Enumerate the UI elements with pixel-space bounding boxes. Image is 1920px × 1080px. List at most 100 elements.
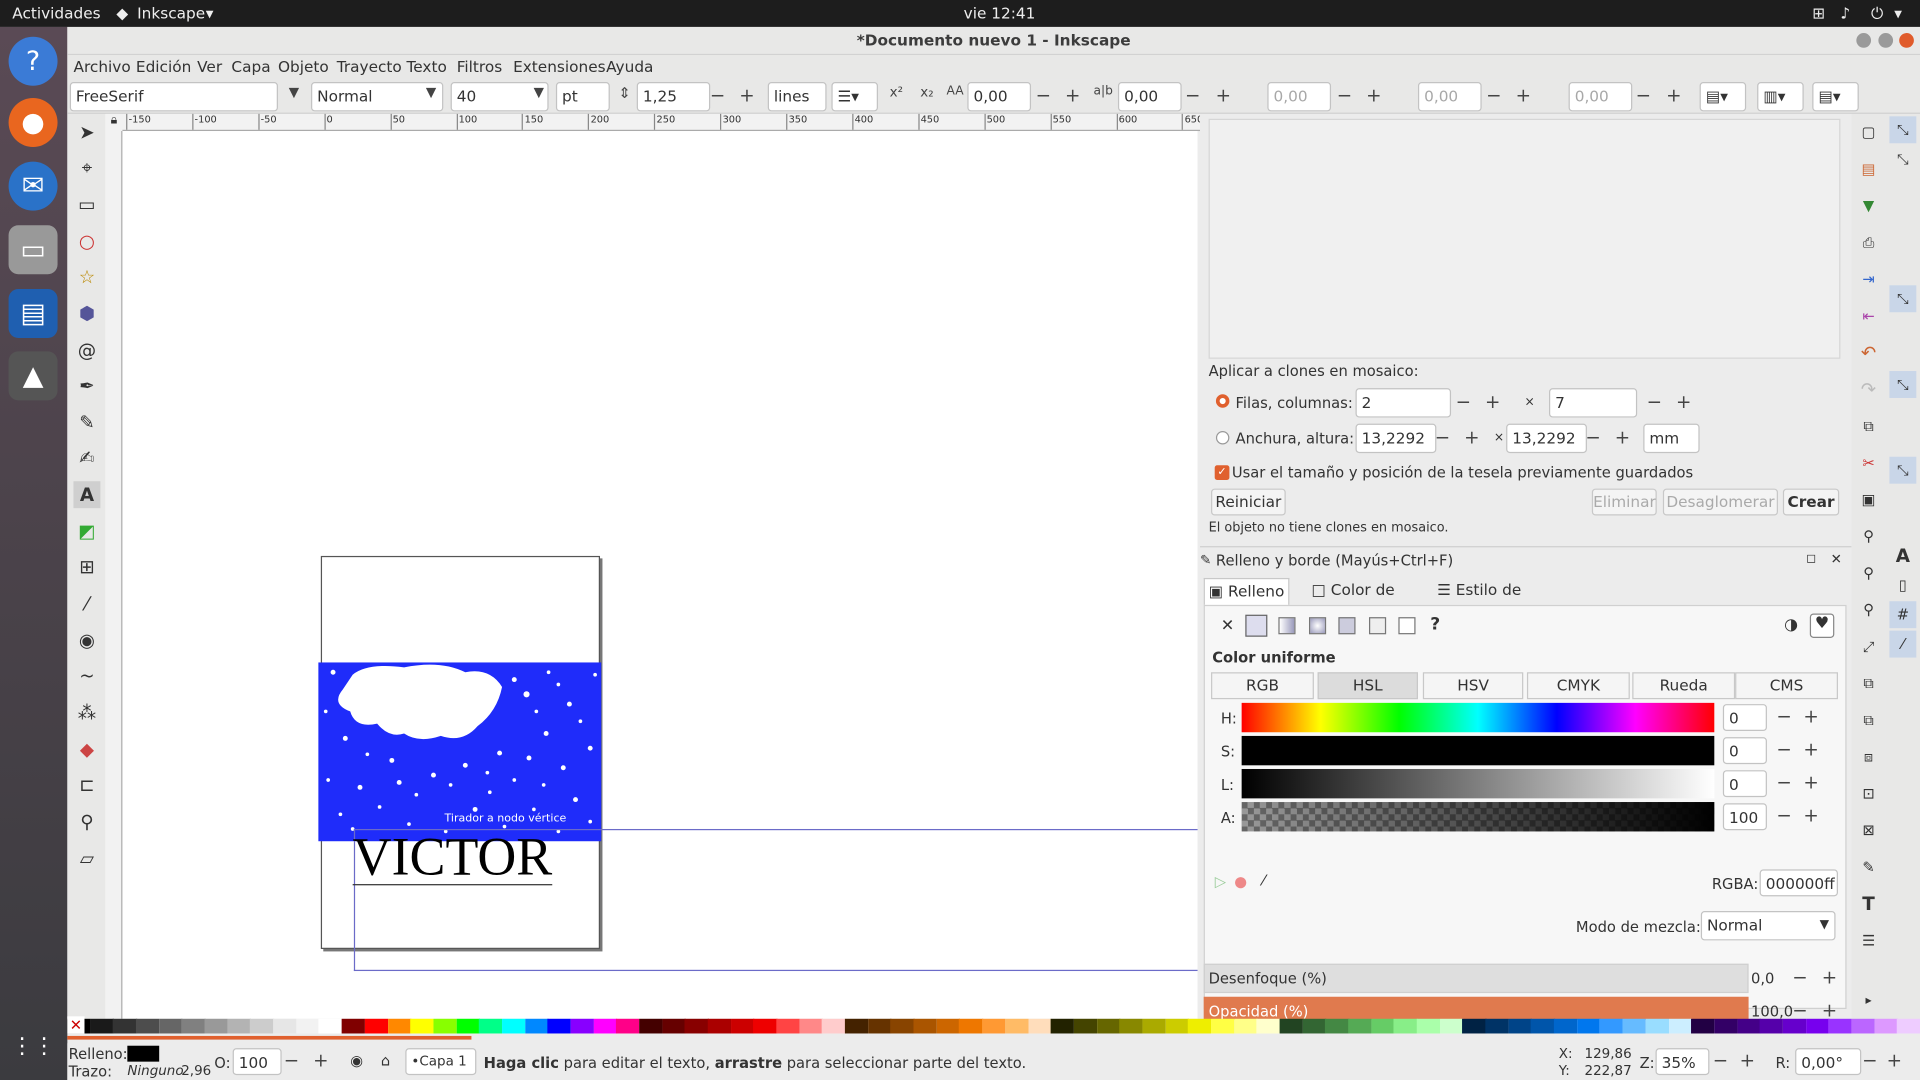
letter-spacing-input[interactable]: 0,00	[967, 82, 1032, 112]
palette-swatch[interactable]	[845, 1018, 869, 1034]
snap-paths-icon[interactable]: ⤡	[1889, 371, 1917, 398]
palette-swatch[interactable]	[501, 1018, 526, 1034]
use-saved-checkbox[interactable]: ✓	[1214, 465, 1230, 481]
new-document-icon[interactable]: ▢	[1855, 119, 1882, 146]
minus-icon[interactable]: −	[1485, 84, 1502, 106]
menu-extensiones[interactable]: Extensiones	[513, 58, 606, 76]
print-icon[interactable]: ⎙	[1855, 229, 1882, 256]
palette-swatch[interactable]	[158, 1018, 183, 1034]
lock-icon[interactable]: ⌂	[381, 1052, 390, 1069]
palette-swatch[interactable]	[1279, 1018, 1304, 1034]
palette-swatch[interactable]	[1348, 1018, 1372, 1034]
palette-swatch[interactable]	[387, 1018, 412, 1034]
minus-icon[interactable]: −	[1776, 738, 1793, 760]
fill-stroke-dialog-icon[interactable]: ✎	[1855, 853, 1882, 880]
palette-swatch[interactable]	[113, 1018, 137, 1034]
rows-columns-radio[interactable]	[1215, 394, 1230, 408]
menu-ver[interactable]: Ver	[197, 58, 222, 76]
snap-nodes-icon[interactable]: ⤡	[1889, 285, 1917, 313]
color-picker-icon[interactable]: ⁄	[1262, 872, 1264, 889]
palette-swatch[interactable]	[204, 1018, 229, 1034]
tweak-tool-icon[interactable]: ~	[73, 662, 100, 689]
blur-value[interactable]: 0,0	[1751, 970, 1774, 987]
l-input[interactable]: 0	[1722, 770, 1767, 798]
palette-swatch[interactable]	[936, 1018, 960, 1034]
export-icon[interactable]: ⇤	[1855, 302, 1882, 329]
palette-swatch[interactable]	[1576, 1018, 1601, 1034]
tile-width-input[interactable]: 13,2292	[1355, 423, 1437, 454]
snap-bbox-icon[interactable]: ⤡	[1889, 146, 1916, 173]
palette-swatch[interactable]	[479, 1018, 503, 1034]
show-apps-icon[interactable]: ⋮⋮	[9, 1021, 58, 1070]
lock-guides-icon[interactable]: 🔒︎	[105, 113, 123, 132]
text-dialog-icon[interactable]: T	[1855, 890, 1882, 917]
plus-icon[interactable]: +	[1515, 84, 1532, 106]
node-tool-icon[interactable]: ⌖	[73, 154, 100, 181]
palette-swatch[interactable]	[1027, 1018, 1052, 1034]
thunderbird-icon[interactable]: ✉	[8, 161, 58, 211]
palette-swatch[interactable]	[707, 1018, 732, 1034]
fill-rule-evenodd-icon[interactable]: ◑	[1784, 616, 1798, 634]
chevron-right-icon[interactable]: ▸	[1855, 988, 1882, 1015]
palette-swatch[interactable]	[959, 1018, 983, 1034]
minus-icon[interactable]: −	[1585, 426, 1602, 448]
snap-guide-icon[interactable]: ⁄	[1889, 630, 1917, 658]
palette-swatch[interactable]	[90, 1018, 114, 1034]
palette-swatch[interactable]	[1233, 1018, 1258, 1034]
plus-icon[interactable]: +	[1739, 1049, 1756, 1071]
palette-swatch[interactable]	[1805, 1018, 1830, 1034]
zoom-drawing-icon[interactable]: ⚲	[1855, 560, 1882, 587]
tab-stroke-style[interactable]: ☰ Estilo de trazo	[1420, 578, 1538, 623]
plus-icon[interactable]: +	[1614, 426, 1631, 448]
palette-swatch[interactable]	[753, 1018, 777, 1034]
palette-swatch[interactable]	[1554, 1018, 1578, 1034]
import-icon[interactable]: ⇥	[1855, 266, 1882, 293]
tab-fill[interactable]: ▣ Relleno	[1203, 577, 1290, 605]
h-input[interactable]: 0	[1722, 704, 1767, 732]
mode-rgb[interactable]: RGB	[1211, 672, 1314, 700]
minus-icon[interactable]: −	[1776, 705, 1793, 727]
menu-capa[interactable]: Capa	[231, 58, 270, 76]
palette-swatch[interactable]	[1485, 1018, 1509, 1034]
plus-icon[interactable]: +	[312, 1049, 329, 1071]
plus-icon[interactable]: +	[1802, 771, 1819, 793]
menu-objeto[interactable]: Objeto	[278, 58, 329, 76]
palette-swatch[interactable]	[1142, 1018, 1166, 1034]
fill-swatch[interactable]	[127, 1045, 160, 1062]
palette-swatch[interactable]	[890, 1018, 915, 1034]
linear-gradient-icon[interactable]	[1278, 617, 1296, 635]
snap-text-icon[interactable]: A	[1889, 542, 1916, 569]
spiral-tool-icon[interactable]: @	[73, 337, 100, 364]
font-family-input[interactable]: FreeSerif	[69, 82, 278, 112]
palette-swatch[interactable]	[181, 1018, 206, 1034]
lightness-slider[interactable]	[1241, 768, 1715, 799]
palette-swatch[interactable]	[341, 1018, 366, 1034]
palette-swatch[interactable]	[1165, 1018, 1189, 1034]
palette-swatch[interactable]	[1393, 1018, 1418, 1034]
palette-swatch[interactable]	[135, 1018, 160, 1034]
pencil-tool-icon[interactable]: ✎	[73, 409, 100, 436]
plus-icon[interactable]: +	[738, 84, 755, 106]
network-icon[interactable]: ⊞	[1812, 4, 1825, 22]
palette-swatch[interactable]	[639, 1018, 663, 1034]
palette-swatch[interactable]	[1462, 1018, 1487, 1034]
a-input[interactable]: 100	[1722, 803, 1767, 831]
snap-enable-icon[interactable]: ⤡	[1889, 116, 1917, 144]
minus-icon[interactable]: −	[283, 1049, 300, 1071]
group-icon[interactable]: ⊡	[1855, 780, 1882, 807]
eraser-tool-icon[interactable]: ◆	[73, 736, 100, 763]
undo-icon[interactable]: ↶	[1855, 339, 1882, 366]
tab-stroke-paint[interactable]: □ Color de trazo	[1292, 578, 1414, 623]
palette-swatch[interactable]	[227, 1018, 251, 1034]
paste-icon[interactable]: ▣	[1855, 486, 1882, 513]
palette-swatch[interactable]	[1668, 1018, 1692, 1034]
palette-swatch[interactable]	[547, 1018, 572, 1034]
palette-swatch[interactable]	[982, 1018, 1006, 1034]
plus-icon[interactable]: +	[1821, 966, 1838, 988]
palette-swatch[interactable]	[570, 1018, 595, 1034]
palette-swatch[interactable]	[867, 1018, 892, 1034]
plus-icon[interactable]: +	[1802, 705, 1819, 727]
canvas-rotation-input[interactable]: 0,00°	[1795, 1048, 1862, 1076]
rows-input[interactable]: 2	[1355, 388, 1452, 418]
menu-archivo[interactable]: Archivo	[73, 58, 130, 76]
